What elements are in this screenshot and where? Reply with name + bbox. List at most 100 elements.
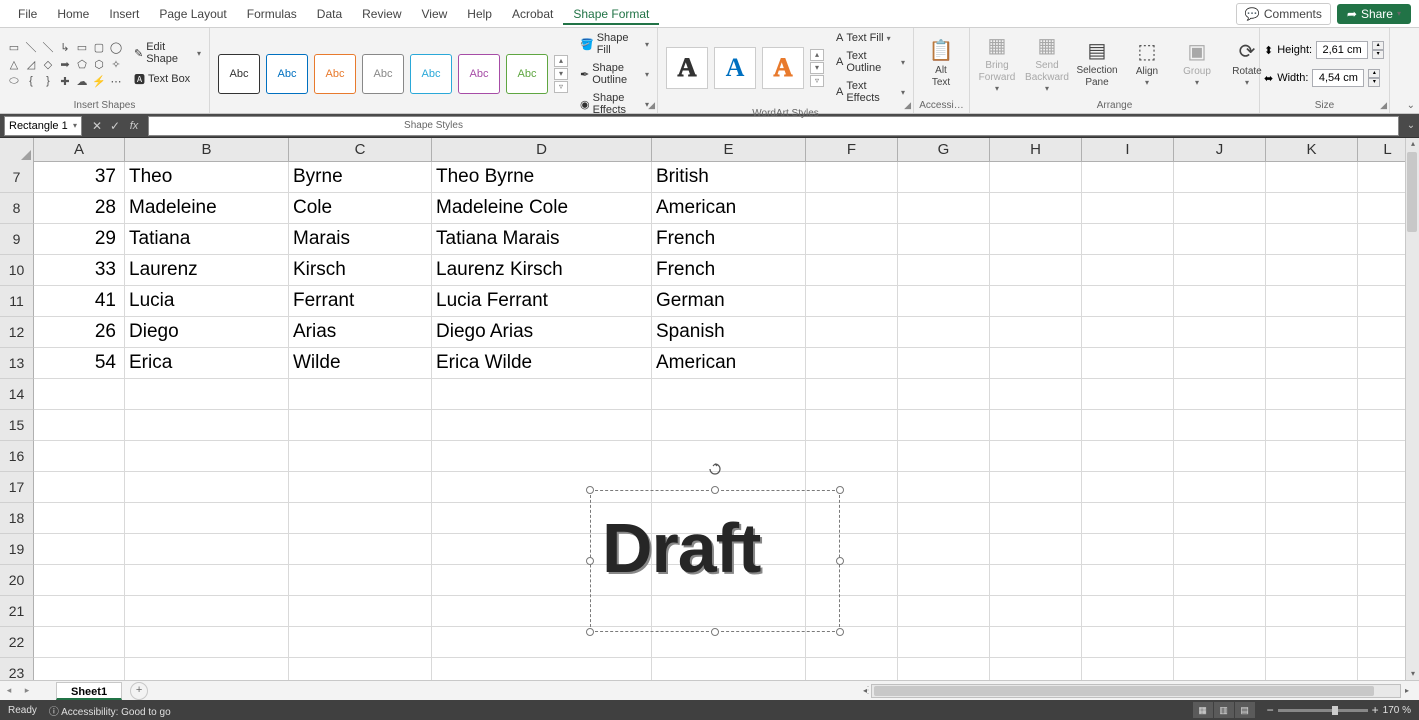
cell[interactable]	[1174, 255, 1266, 286]
resize-handle-tl[interactable]	[586, 486, 594, 494]
row-header[interactable]: 10	[0, 255, 34, 286]
cell[interactable]	[990, 503, 1082, 534]
cell[interactable]	[432, 658, 652, 680]
text-box-button[interactable]: 🅰 Text Box	[130, 69, 205, 89]
row-header[interactable]: 13	[0, 348, 34, 379]
width-up-button[interactable]: ▴	[1368, 69, 1380, 78]
width-down-button[interactable]: ▾	[1368, 78, 1380, 87]
resize-handle-ml[interactable]	[586, 557, 594, 565]
row-header[interactable]: 8	[0, 193, 34, 224]
zoom-thumb[interactable]	[1332, 706, 1338, 715]
horizontal-scroll-thumb[interactable]	[874, 686, 1374, 696]
cell[interactable]: 54	[34, 348, 125, 379]
cell[interactable]: Marais	[289, 224, 432, 255]
cell[interactable]	[990, 441, 1082, 472]
rotate-handle[interactable]	[709, 462, 721, 474]
cell[interactable]	[1266, 317, 1358, 348]
cell[interactable]	[125, 379, 289, 410]
cell[interactable]	[806, 193, 898, 224]
shape-line2-icon[interactable]: ＼	[40, 39, 56, 55]
cell[interactable]	[898, 379, 990, 410]
cell[interactable]	[990, 286, 1082, 317]
sheet-tab-1[interactable]: Sheet1	[56, 682, 122, 700]
cell[interactable]	[1082, 503, 1174, 534]
shape-callout-icon[interactable]: ⬭	[6, 73, 22, 89]
cell[interactable]	[990, 224, 1082, 255]
cell[interactable]	[806, 224, 898, 255]
add-sheet-button[interactable]: +	[130, 682, 148, 700]
cell[interactable]	[990, 255, 1082, 286]
send-backward-button[interactable]: ▦ Send Backward ▾	[1024, 30, 1070, 98]
cell[interactable]	[1174, 441, 1266, 472]
row-header[interactable]: 16	[0, 441, 34, 472]
cell[interactable]: Diego Arias	[432, 317, 652, 348]
shape-cloud-icon[interactable]: ☁	[74, 73, 90, 89]
cell[interactable]: Madeleine	[125, 193, 289, 224]
cell[interactable]	[432, 410, 652, 441]
cell[interactable]	[1174, 565, 1266, 596]
cell[interactable]	[898, 503, 990, 534]
cell[interactable]	[1174, 627, 1266, 658]
cell[interactable]	[34, 503, 125, 534]
col-header-f[interactable]: F	[806, 138, 898, 161]
cell[interactable]	[1266, 503, 1358, 534]
cell[interactable]	[1266, 627, 1358, 658]
cell[interactable]: Theo Byrne	[432, 162, 652, 193]
page-break-view-button[interactable]: ▤	[1235, 702, 1255, 718]
cell[interactable]	[125, 503, 289, 534]
shape-style-5[interactable]: Abc	[410, 54, 452, 94]
cell[interactable]	[1082, 627, 1174, 658]
cell[interactable]	[289, 658, 432, 680]
row-header[interactable]: 17	[0, 472, 34, 503]
cell[interactable]	[289, 410, 432, 441]
cell[interactable]: Madeleine Cole	[432, 193, 652, 224]
resize-handle-tm[interactable]	[711, 486, 719, 494]
row-header[interactable]: 11	[0, 286, 34, 317]
col-header-e[interactable]: E	[652, 138, 806, 161]
cell[interactable]	[806, 162, 898, 193]
menu-formulas[interactable]: Formulas	[237, 3, 307, 25]
cell[interactable]	[432, 379, 652, 410]
vertical-scrollbar[interactable]: ▴ ▾	[1405, 138, 1419, 680]
shape-oval-icon[interactable]: ◯	[108, 39, 124, 55]
cell[interactable]	[806, 255, 898, 286]
cell[interactable]	[806, 410, 898, 441]
cell[interactable]	[990, 534, 1082, 565]
cell[interactable]	[1082, 255, 1174, 286]
row-header[interactable]: 14	[0, 379, 34, 410]
cell[interactable]	[898, 658, 990, 680]
cell[interactable]: 28	[34, 193, 125, 224]
cell[interactable]	[34, 596, 125, 627]
shape-brace-icon[interactable]: {	[23, 73, 39, 89]
cell[interactable]	[806, 286, 898, 317]
menu-home[interactable]: Home	[47, 3, 99, 25]
row-header[interactable]: 18	[0, 503, 34, 534]
row-header[interactable]: 9	[0, 224, 34, 255]
tab-nav-prev[interactable]: ◂	[0, 685, 18, 696]
cell[interactable]	[1082, 658, 1174, 680]
cell[interactable]	[432, 441, 652, 472]
cell[interactable]	[990, 410, 1082, 441]
cell[interactable]	[1266, 224, 1358, 255]
menu-page-layout[interactable]: Page Layout	[149, 3, 236, 25]
scroll-down-button[interactable]: ▾	[1406, 668, 1419, 680]
cell[interactable]	[806, 441, 898, 472]
cell[interactable]	[1082, 286, 1174, 317]
cell[interactable]	[652, 658, 806, 680]
shape-plus-icon[interactable]: ✚	[57, 73, 73, 89]
cell[interactable]	[1082, 162, 1174, 193]
horizontal-scrollbar[interactable]: ◂ ▸	[871, 684, 1401, 698]
col-header-d[interactable]: D	[432, 138, 652, 161]
shape-effects-button[interactable]: ◉ Shape Effects ▾	[576, 90, 653, 118]
cell[interactable]	[1174, 658, 1266, 680]
cell[interactable]: Lucia	[125, 286, 289, 317]
cell[interactable]	[1082, 193, 1174, 224]
cell[interactable]: American	[652, 193, 806, 224]
cell[interactable]	[806, 658, 898, 680]
col-header-h[interactable]: H	[990, 138, 1082, 161]
cell[interactable]	[898, 286, 990, 317]
row-header[interactable]: 21	[0, 596, 34, 627]
dialog-launcher-wordart[interactable]: ◢	[904, 100, 911, 111]
zoom-in-button[interactable]: +	[1372, 703, 1379, 717]
col-header-j[interactable]: J	[1174, 138, 1266, 161]
